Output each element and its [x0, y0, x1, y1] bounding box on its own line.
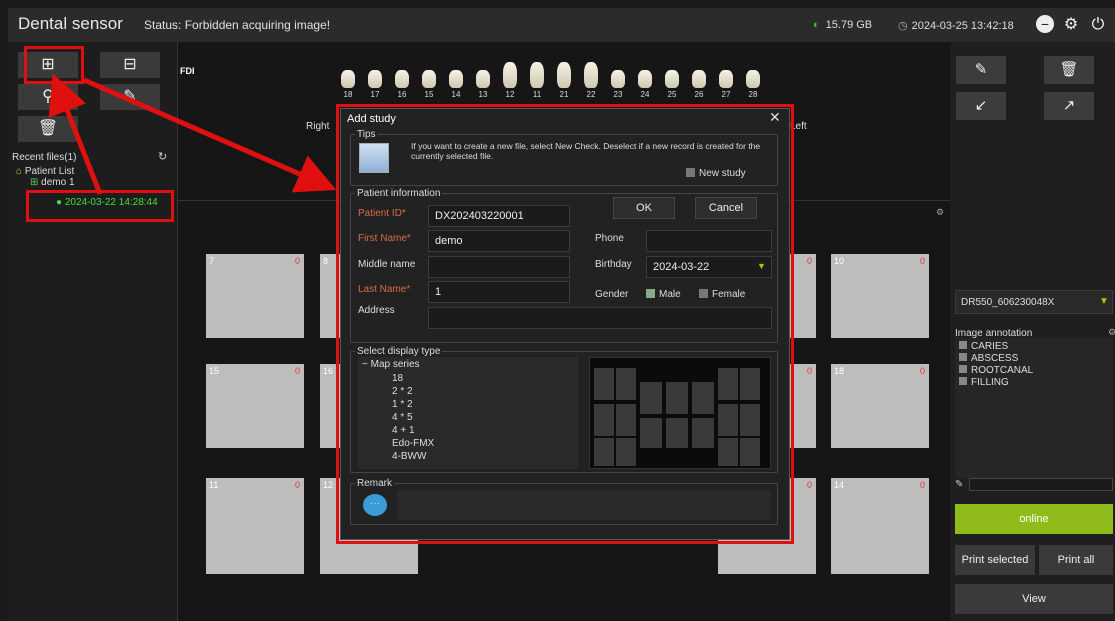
annotation-arrows: [48, 73, 337, 195]
arrow-to-add-button: [48, 73, 103, 195]
arrow-to-dialog: [83, 77, 337, 193]
